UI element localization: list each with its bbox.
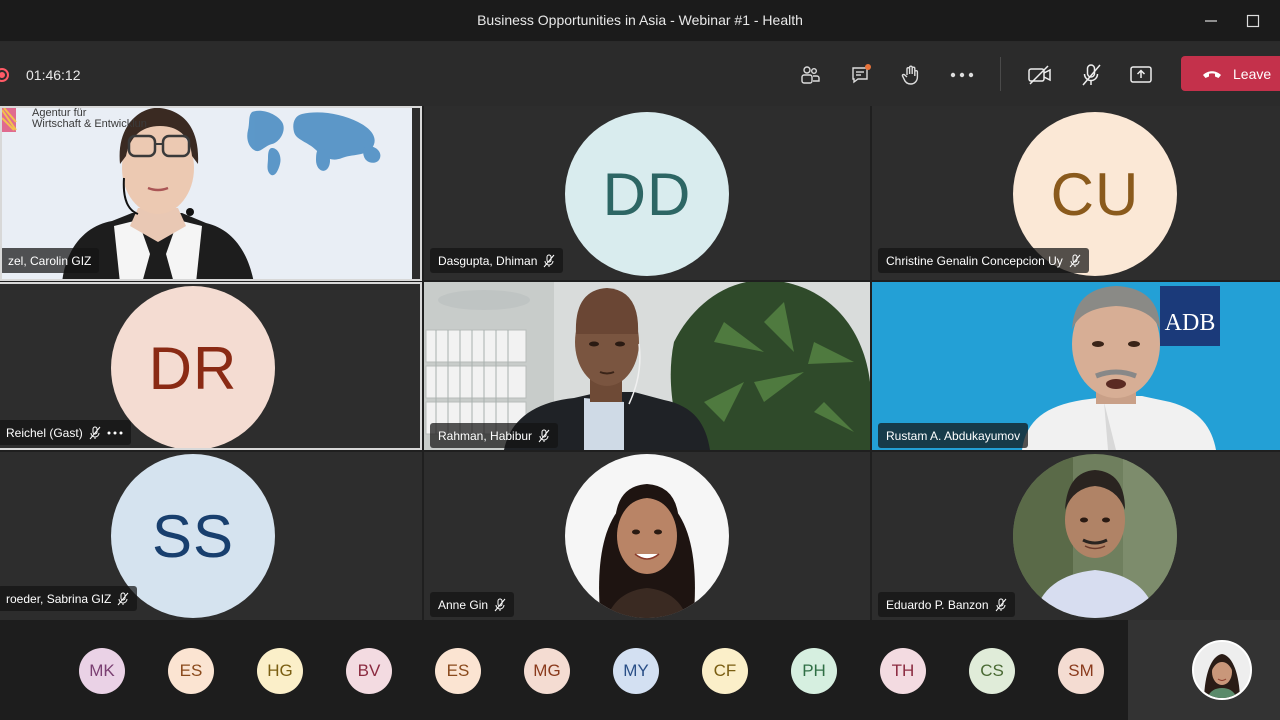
maximize-icon[interactable] <box>1240 8 1266 34</box>
minimize-icon[interactable] <box>1198 8 1224 34</box>
video-grid: Agentur für Wirtschaft & Entwicklun zel,… <box>0 106 1280 620</box>
tray-avatar[interactable]: CF <box>702 648 748 694</box>
participant-name: Rustam A. Abdukayumov <box>886 428 1021 443</box>
avatar: DR <box>111 286 275 448</box>
window-title: Business Opportunities in Asia - Webinar… <box>477 12 803 28</box>
leave-button[interactable]: Leave <box>1181 56 1280 91</box>
name-label: Reichel (Gast) <box>0 420 131 445</box>
participant-tile[interactable]: SS roeder, Sabrina GIZ <box>0 452 422 620</box>
avatar-photo <box>1013 454 1177 618</box>
self-photo <box>1194 642 1250 698</box>
tray-avatar[interactable]: BV <box>346 648 392 694</box>
participant-name: Dasgupta, Dhiman <box>438 253 538 268</box>
participant-tile[interactable]: DR Reichel (Gast) <box>0 282 422 450</box>
participant-name: Eduardo P. Banzon <box>886 597 989 612</box>
name-label: roeder, Sabrina GIZ <box>0 586 138 611</box>
mic-off-icon <box>538 429 550 442</box>
participant-tile[interactable]: Anne Gin <box>424 452 870 620</box>
mic-off-icon <box>1069 254 1081 267</box>
tray-avatar[interactable]: SM <box>1058 648 1104 694</box>
more-icon[interactable] <box>107 431 123 435</box>
logo-line-2: Wirtschaft & Entwicklun <box>32 118 147 130</box>
participant-tile[interactable]: Agentur für Wirtschaft & Entwicklun zel,… <box>0 106 422 281</box>
mic-off-icon <box>118 592 129 605</box>
camera-off-icon[interactable] <box>1025 60 1055 90</box>
name-label: Anne Gin <box>430 592 515 617</box>
avatar: DD <box>565 112 729 276</box>
participant-name: zel, Carolin GIZ <box>8 253 92 268</box>
adb-logo: ADB <box>1164 310 1216 336</box>
participant-tile[interactable]: CU Christine Genalin Concepcion Uy <box>872 106 1280 280</box>
chat-icon[interactable] <box>846 60 876 90</box>
toolbar-divider <box>1000 57 1001 91</box>
tray-avatar[interactable]: ES <box>435 648 481 694</box>
participant-name: Christine Genalin Concepcion Uy <box>886 253 1063 268</box>
tray-avatar[interactable]: MY <box>613 648 659 694</box>
record-icon <box>0 68 9 82</box>
self-avatar <box>1192 640 1252 700</box>
name-label: Rahman, Habibur <box>430 423 559 448</box>
participant-name: Reichel (Gast) <box>6 425 83 440</box>
participant-tile[interactable]: Eduardo P. Banzon <box>872 452 1280 620</box>
mic-off-icon <box>494 598 506 611</box>
participant-name: Anne Gin <box>438 597 489 612</box>
more-icon[interactable] <box>947 60 977 90</box>
name-label: Dasgupta, Dhiman <box>430 248 564 273</box>
tray-avatar[interactable]: PH <box>791 648 837 694</box>
self-view[interactable] <box>1128 620 1280 720</box>
tray-avatar[interactable]: TH <box>880 648 926 694</box>
mic-off-icon <box>995 598 1006 611</box>
name-label: Rustam A. Abdukayumov <box>878 423 1029 448</box>
logo-text: Agentur für Wirtschaft & Entwicklun <box>32 108 147 130</box>
tray-avatar[interactable]: MG <box>524 648 570 694</box>
participant-tile[interactable]: ADB Rustam A. Abdukayumov <box>872 282 1280 450</box>
name-label: zel, Carolin GIZ <box>2 248 100 273</box>
tray-avatar[interactable]: ES <box>168 648 214 694</box>
tray-avatar[interactable]: CS <box>969 648 1015 694</box>
mic-off-icon <box>89 426 101 439</box>
meeting-toolbar: 01:46:12 Leave <box>0 42 1280 106</box>
participant-name: Rahman, Habibur <box>438 428 533 443</box>
mic-off-icon <box>544 254 555 267</box>
phone-hangup-icon <box>1203 70 1221 78</box>
participant-tile[interactable]: Rahman, Habibur <box>424 282 870 450</box>
participants-icon[interactable] <box>795 60 825 90</box>
name-label: Christine Genalin Concepcion Uy <box>878 248 1089 273</box>
participant-tray: MK ES HG BV ES MG MY CF PH TH CS SM <box>0 620 1128 720</box>
raise-hand-icon[interactable] <box>896 60 926 90</box>
tray-avatar[interactable]: HG <box>257 648 303 694</box>
participant-name: roeder, Sabrina GIZ <box>6 591 112 606</box>
title-bar: Business Opportunities in Asia - Webinar… <box>0 0 1280 42</box>
mic-off-icon[interactable] <box>1076 60 1106 90</box>
name-label: Eduardo P. Banzon <box>878 592 1015 617</box>
participant-tile[interactable]: DD Dasgupta, Dhiman <box>424 106 870 280</box>
tray-avatar[interactable]: MK <box>79 648 125 694</box>
avatar-photo <box>565 454 729 618</box>
meeting-timer: 01:46:12 <box>26 67 81 83</box>
leave-label: Leave <box>1233 65 1272 82</box>
share-screen-icon[interactable] <box>1126 60 1156 90</box>
